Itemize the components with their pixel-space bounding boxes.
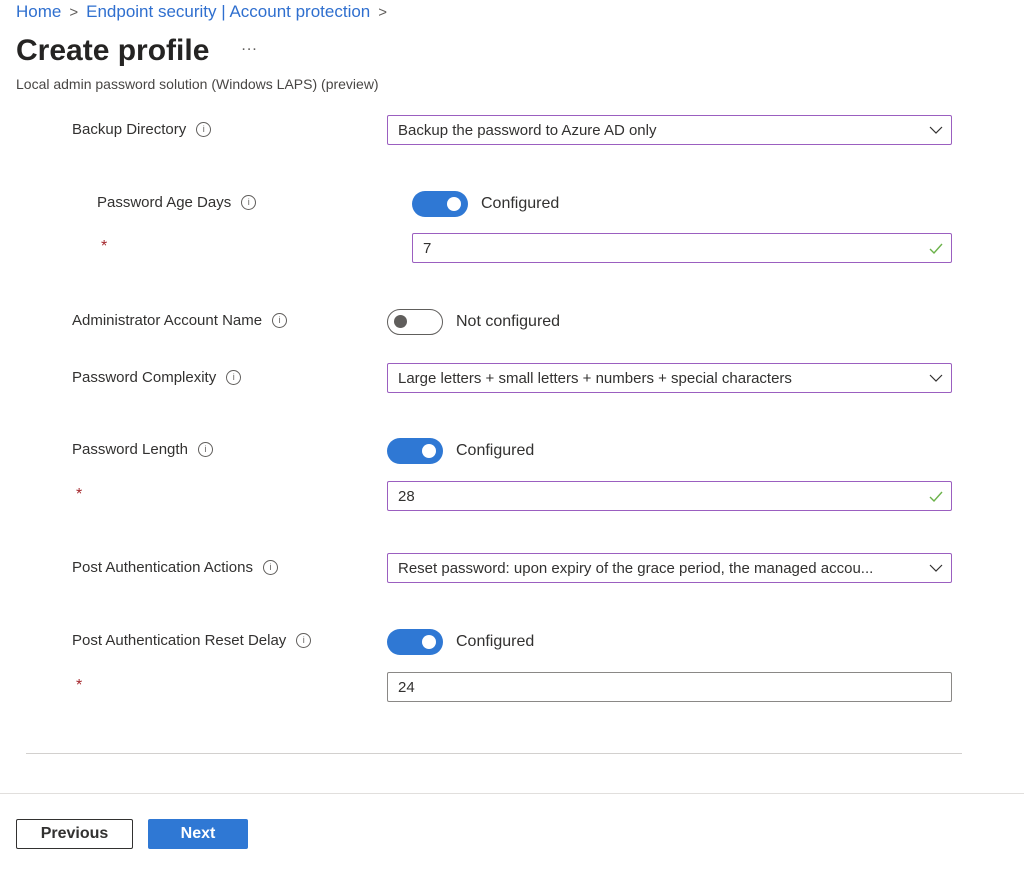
post-authentication-reset-delay-toggle-state: Configured <box>456 633 535 650</box>
password-complexity-label-text: Password Complexity <box>72 369 217 386</box>
chevron-down-icon <box>921 125 951 135</box>
password-age-days-toggle-group: Configured <box>412 191 559 217</box>
post-authentication-reset-delay-label-text: Post Authentication Reset Delay <box>72 632 287 649</box>
breadcrumb-separator: > <box>69 3 79 21</box>
page-title: Create profile <box>16 34 210 67</box>
section-divider <box>26 753 962 754</box>
chevron-down-icon <box>921 373 951 383</box>
password-age-days-label-text: Password Age Days <box>97 194 232 211</box>
required-marker: * <box>76 486 83 503</box>
breadcrumb-home[interactable]: Home <box>16 2 61 22</box>
post-authentication-reset-delay-input[interactable]: 24 <box>387 672 952 702</box>
post-authentication-reset-delay-toggle[interactable] <box>387 629 443 655</box>
checkmark-icon <box>921 243 951 254</box>
info-icon[interactable]: i <box>296 633 312 648</box>
breadcrumb-endpoint-security[interactable]: Endpoint security | Account protection <box>86 2 370 22</box>
next-button[interactable]: Next <box>148 819 248 849</box>
password-complexity-dropdown[interactable]: Large letters + small letters + numbers … <box>387 363 952 393</box>
administrator-account-name-toggle-group: Not configured <box>387 309 560 335</box>
post-authentication-actions-label: Post Authentication Actions i <box>72 559 278 576</box>
toggle-knob <box>394 315 407 328</box>
backup-directory-dropdown[interactable]: Backup the password to Azure AD only <box>387 115 952 145</box>
password-length-toggle-group: Configured <box>387 438 534 464</box>
password-length-value: 28 <box>398 487 415 505</box>
page-title-row: Create profile ... <box>16 34 258 68</box>
info-icon[interactable]: i <box>226 370 242 385</box>
password-age-days-toggle[interactable] <box>412 191 468 217</box>
post-authentication-actions-dropdown[interactable]: Reset password: upon expiry of the grace… <box>387 553 952 583</box>
info-icon[interactable]: i <box>196 122 212 137</box>
info-icon[interactable]: i <box>241 195 257 210</box>
password-age-days-toggle-state: Configured <box>481 195 560 212</box>
info-icon[interactable]: i <box>272 313 288 328</box>
breadcrumb: Home > Endpoint security | Account prote… <box>16 2 387 22</box>
breadcrumb-separator: > <box>378 3 388 21</box>
password-complexity-label: Password Complexity i <box>72 369 242 386</box>
backup-directory-label: Backup Directory i <box>72 121 212 138</box>
checkmark-icon <box>921 491 951 502</box>
administrator-account-name-toggle-state: Not configured <box>456 313 561 330</box>
post-authentication-reset-delay-value: 24 <box>398 678 415 696</box>
password-length-toggle[interactable] <box>387 438 443 464</box>
previous-button[interactable]: Previous <box>16 819 133 849</box>
post-authentication-actions-value: Reset password: upon expiry of the grace… <box>398 559 874 577</box>
password-length-label: Password Length i <box>72 441 213 458</box>
password-length-label-text: Password Length <box>72 441 188 458</box>
administrator-account-name-label-text: Administrator Account Name <box>72 312 263 329</box>
post-authentication-reset-delay-toggle-group: Configured <box>387 629 534 655</box>
administrator-account-name-label: Administrator Account Name i <box>72 312 288 329</box>
more-options-button[interactable]: ... <box>241 37 257 55</box>
toggle-knob <box>447 197 461 211</box>
password-complexity-value: Large letters + small letters + numbers … <box>398 369 792 387</box>
chevron-down-icon <box>921 563 951 573</box>
password-length-toggle-state: Configured <box>456 442 535 459</box>
info-icon[interactable]: i <box>197 442 213 457</box>
administrator-account-name-toggle[interactable] <box>387 309 443 335</box>
footer-divider <box>0 793 1024 794</box>
backup-directory-value: Backup the password to Azure AD only <box>398 121 657 139</box>
post-authentication-actions-label-text: Post Authentication Actions <box>72 559 253 576</box>
password-age-days-label: Password Age Days i <box>97 194 257 211</box>
toggle-knob <box>422 635 436 649</box>
required-marker: * <box>76 677 83 694</box>
toggle-knob <box>422 444 436 458</box>
backup-directory-label-text: Backup Directory <box>72 121 187 138</box>
password-age-days-value: 7 <box>423 239 432 257</box>
post-authentication-reset-delay-label: Post Authentication Reset Delay i <box>72 632 312 649</box>
info-icon[interactable]: i <box>262 560 278 575</box>
required-marker: * <box>101 238 108 255</box>
password-length-input[interactable]: 28 <box>387 481 952 511</box>
page-subtitle: Local admin password solution (Windows L… <box>16 76 379 92</box>
password-age-days-input[interactable]: 7 <box>412 233 952 263</box>
